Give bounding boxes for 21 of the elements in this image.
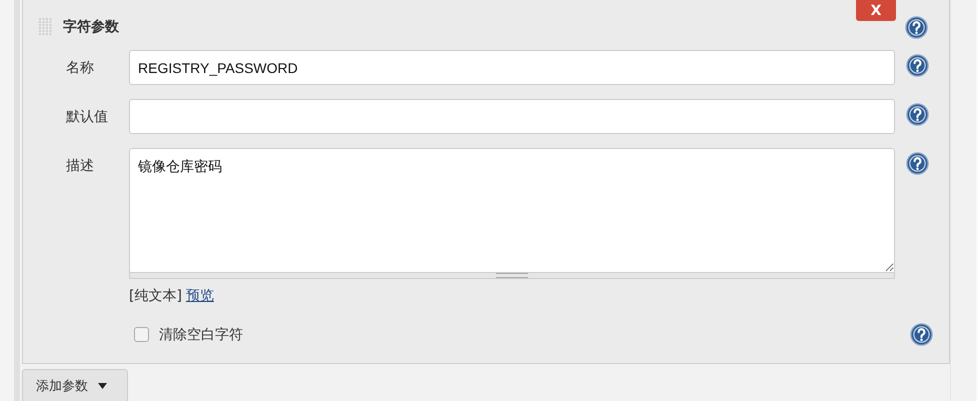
- add-parameter-button[interactable]: 添加参数: [22, 369, 128, 401]
- description-field[interactable]: 镜像仓库密码: [129, 148, 895, 273]
- field-label: 描述: [66, 157, 95, 175]
- section-title: 字符参数: [63, 18, 119, 36]
- preview-link[interactable]: 预览: [186, 287, 214, 305]
- help-icon[interactable]: [906, 54, 929, 77]
- delete-button[interactable]: X: [856, 0, 896, 21]
- input-field[interactable]: [129, 99, 895, 134]
- help-icon[interactable]: [910, 323, 933, 346]
- field-label: 默认值: [66, 108, 109, 126]
- resize-grip[interactable]: [129, 273, 895, 279]
- plain-text-label: [纯文本]: [129, 287, 182, 305]
- field-label: 名称: [66, 59, 95, 77]
- input-field[interactable]: REGISTRY_PASSWORD: [129, 50, 895, 85]
- drag-handle-icon[interactable]: [39, 18, 53, 36]
- checkbox-label: 清除空白字符: [159, 326, 243, 344]
- checkbox[interactable]: [134, 327, 149, 342]
- help-icon[interactable]: [906, 152, 929, 175]
- help-icon[interactable]: [905, 16, 928, 39]
- caret-icon: [98, 382, 107, 389]
- help-icon[interactable]: [906, 103, 929, 126]
